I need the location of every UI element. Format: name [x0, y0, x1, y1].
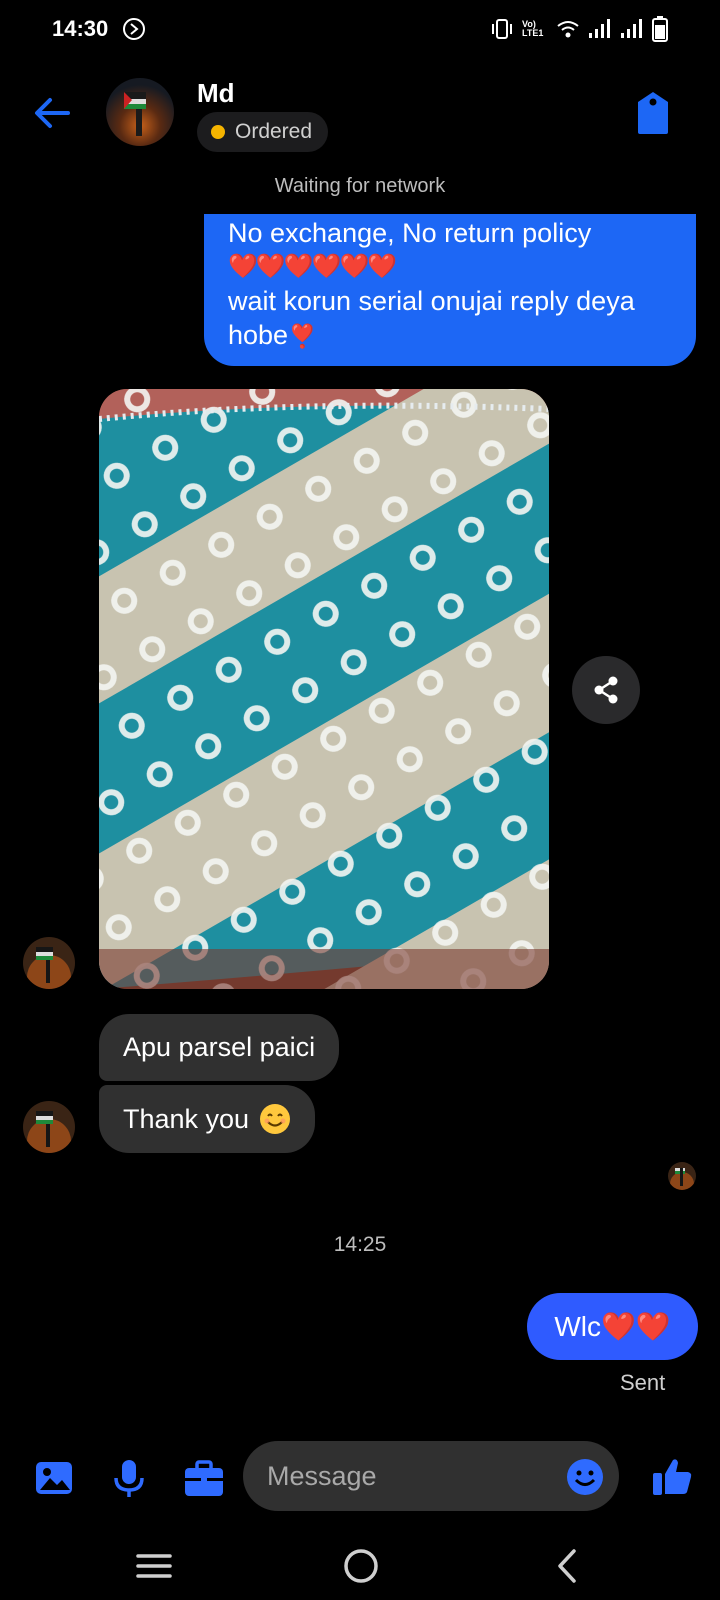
system-navigation-bar — [0, 1530, 720, 1600]
briefcase-icon[interactable] — [182, 1456, 226, 1500]
emoji-icon[interactable] — [566, 1458, 604, 1496]
outgoing-message-text: Wlc❤️❤️ — [554, 1311, 671, 1342]
vibrate-icon — [492, 19, 512, 39]
sender-avatar[interactable] — [23, 937, 75, 989]
order-status-badge[interactable]: Ordered — [197, 112, 329, 152]
incoming-message-bubble[interactable]: Apu parsel paici — [99, 1014, 340, 1081]
heart-exclamation-emoji: ❣️ — [288, 323, 317, 349]
outgoing-message-bubble[interactable]: No exchange, No return policy ❤️❤️❤️❤️❤️… — [204, 214, 696, 366]
order-status-label: Ordered — [235, 120, 313, 143]
message-timestamp: 14:25 — [333, 1233, 387, 1256]
signal-icon-2 — [621, 19, 642, 38]
smiling-face-emoji-icon — [260, 1104, 291, 1134]
signal-icon — [589, 19, 610, 38]
contact-name[interactable]: Md — [197, 78, 235, 109]
messenger-status-icon — [123, 18, 145, 40]
share-icon — [594, 676, 618, 704]
message-input[interactable] — [243, 1441, 619, 1511]
back-nav-icon[interactable] — [548, 1546, 588, 1586]
image-icon[interactable] — [32, 1456, 76, 1500]
battery-icon — [652, 16, 668, 42]
incoming-message-text: Apu parsel paici — [123, 1032, 316, 1062]
status-dot — [211, 125, 225, 139]
photo-message[interactable] — [99, 389, 549, 989]
network-type-label: Vo) LTE1 — [522, 19, 544, 38]
outgoing-message-bubble[interactable]: Wlc❤️❤️ — [527, 1293, 698, 1360]
read-receipt-avatar — [668, 1162, 696, 1190]
menu-icon[interactable] — [134, 1546, 174, 1586]
thumbs-up-icon[interactable] — [650, 1454, 694, 1498]
network-status-note: Waiting for network — [274, 175, 446, 197]
home-icon[interactable] — [341, 1546, 381, 1586]
share-button[interactable] — [572, 656, 640, 724]
tag-icon[interactable] — [630, 88, 676, 138]
message-line-1: No exchange, No return policy — [228, 218, 592, 248]
hearts-emoji-row: ❤️❤️❤️❤️❤️❤️ — [228, 253, 397, 280]
incoming-message-text: Thank you — [123, 1103, 250, 1134]
status-bar: 14:30 Vo) LTE1 — [0, 0, 720, 62]
back-arrow-icon[interactable] — [30, 90, 76, 136]
chat-screen: 14:30 Vo) LTE1 Md Ordered Waiting for ne… — [0, 0, 720, 1600]
status-time: 14:30 — [52, 16, 109, 41]
status-icons: Vo) LTE1 — [490, 14, 668, 44]
sender-avatar[interactable] — [23, 1101, 75, 1153]
wifi-icon — [557, 21, 579, 38]
message-line-2: wait korun serial onujai reply deya hobe… — [228, 284, 676, 353]
message-composer — [0, 1430, 720, 1530]
chat-header: Md Ordered — [0, 62, 720, 172]
sent-status: Sent — [620, 1370, 666, 1395]
contact-avatar[interactable] — [106, 78, 174, 146]
incoming-message-bubble[interactable]: Thank you — [99, 1085, 316, 1153]
microphone-icon[interactable] — [107, 1456, 151, 1500]
